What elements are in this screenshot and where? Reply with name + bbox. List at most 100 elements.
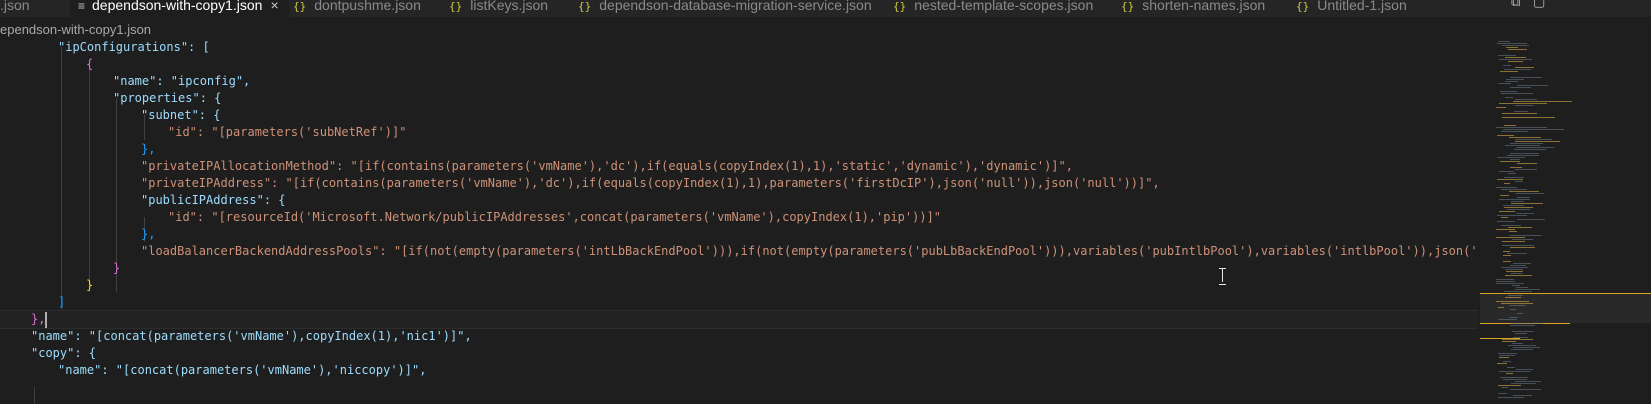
minimap-line — [1515, 181, 1523, 182]
minimap-line — [1508, 49, 1527, 50]
minimap-line — [1497, 215, 1527, 216]
minimap-line — [1507, 367, 1515, 368]
code-line: ] — [58, 295, 66, 309]
minimap-line — [1504, 125, 1516, 126]
minimap-line — [1517, 313, 1523, 314]
minimap-line — [1497, 135, 1514, 136]
code-line: "id": "[resourceId('Microsoft.Network/pu… — [168, 210, 942, 224]
minimap-line — [1514, 149, 1546, 150]
minimap-line — [1496, 187, 1517, 188]
tab-dependson-with-copy1[interactable]: ≡ dependson-with-copy1.json × — [70, 0, 289, 17]
minimap-line — [1499, 357, 1509, 358]
tab-label: nested-template-scopes.json — [914, 0, 1094, 13]
mouse-ibeam-icon — [1219, 268, 1227, 285]
minimap-line — [1510, 143, 1543, 144]
minimap-line — [1510, 159, 1520, 160]
tab-listkeys[interactable]: {} listKeys.json — [449, 0, 548, 17]
minimap-line — [1510, 325, 1535, 326]
minimap-line — [1506, 47, 1518, 48]
text-cursor — [45, 312, 47, 328]
minimap-line — [1513, 101, 1572, 102]
code-line: } — [113, 261, 121, 275]
minimap-line — [1511, 323, 1543, 324]
minimap-line — [1515, 289, 1540, 290]
minimap-line — [1516, 213, 1534, 214]
minimap-line — [1510, 77, 1542, 78]
code-line: }, — [141, 227, 156, 241]
minimap-line — [1505, 275, 1532, 276]
minimap-line — [1497, 179, 1523, 180]
tab-label: dontpushme.json — [314, 0, 421, 13]
tab-label: shorten-names.json — [1142, 0, 1266, 13]
json-braces-icon: {} — [1121, 0, 1135, 13]
minimap-line — [1515, 141, 1560, 142]
tab-dontpushme[interactable]: {} dontpushme.json — [293, 0, 421, 17]
minimap-line — [1512, 331, 1534, 332]
minimap-line — [1510, 167, 1522, 168]
minimap-line — [1499, 59, 1532, 60]
minimap-line — [1513, 337, 1528, 338]
json-braces-icon: {} — [1296, 0, 1310, 13]
minimap-line — [1503, 361, 1511, 362]
minimap-line — [1515, 381, 1541, 382]
minimap-line — [1497, 363, 1507, 364]
minimap-line — [1503, 255, 1511, 256]
minimap-line — [1505, 81, 1518, 82]
minimap-line — [1503, 129, 1564, 130]
minimap-line — [1509, 231, 1517, 232]
minimap-line — [1505, 145, 1540, 146]
json-braces-icon: {} — [893, 0, 907, 13]
minimap-line — [1503, 261, 1511, 262]
close-icon[interactable]: × — [270, 0, 278, 13]
split-editor-icon[interactable]: ⧉ — [1511, 0, 1520, 10]
minimap-line — [1500, 71, 1518, 72]
minimap-line — [1505, 57, 1526, 58]
minimap-line — [1504, 69, 1531, 70]
minimap-line — [1502, 339, 1533, 340]
tab-nested-template-scopes[interactable]: {} nested-template-scopes.json — [893, 0, 1093, 17]
minimap-line — [1509, 191, 1539, 192]
minimap-line — [1504, 207, 1533, 208]
minimap-line — [1510, 87, 1531, 88]
code-editor[interactable]: "ipConfigurations": [ { "name": "ipconfi… — [0, 39, 1478, 404]
minimap-highlight — [1480, 293, 1651, 294]
tab-label: dependson-database-migration-service.jso… — [599, 0, 872, 13]
tab-json[interactable]: .json — [0, 0, 30, 17]
minimap-line — [1501, 217, 1508, 218]
minimap[interactable] — [1478, 39, 1651, 404]
minimap-line — [1498, 393, 1507, 394]
minimap-line — [1511, 201, 1524, 202]
code-line: "name": "ipconfig", — [113, 74, 251, 88]
minimap-line — [1500, 195, 1509, 196]
breadcrumb[interactable]: ependson-with-copy1.json — [0, 21, 151, 39]
minimap-line — [1501, 267, 1528, 268]
tab-shorten-names[interactable]: {} shorten-names.json — [1121, 0, 1265, 17]
minimap-line — [1513, 263, 1531, 264]
minimap-line — [1497, 221, 1515, 222]
minimap-line — [1511, 383, 1536, 384]
minimap-line — [1515, 99, 1537, 100]
json-braces-icon: {} — [293, 0, 307, 13]
minimap-line — [1515, 67, 1534, 68]
tab-dependson-database-migration-service[interactable]: {} dependson-database-migration-service.j… — [578, 0, 872, 17]
tab-label: Untitled-1.json — [1317, 0, 1407, 13]
code-line: "copy": { — [31, 346, 97, 360]
minimap-line — [1517, 85, 1548, 86]
minimap-line — [1509, 317, 1518, 318]
minimap-line — [1496, 283, 1524, 284]
minimap-line — [1515, 169, 1537, 170]
minimap-line — [1499, 211, 1515, 212]
minimap-line — [1502, 241, 1525, 242]
minimap-line — [1514, 111, 1528, 112]
tab-untitled-1[interactable]: {} Untitled-1.json — [1296, 0, 1407, 17]
code-line: { — [86, 57, 94, 71]
minimap-line — [1513, 395, 1532, 396]
minimap-line — [1498, 83, 1511, 84]
minimap-line — [1510, 153, 1539, 154]
minimap-line — [1498, 307, 1504, 308]
minimap-line — [1498, 397, 1524, 398]
layout-icon[interactable]: ▢ — [1533, 0, 1545, 10]
minimap-line — [1517, 197, 1530, 198]
minimap-line — [1512, 239, 1533, 240]
code-line: "subnet": { — [141, 108, 221, 122]
